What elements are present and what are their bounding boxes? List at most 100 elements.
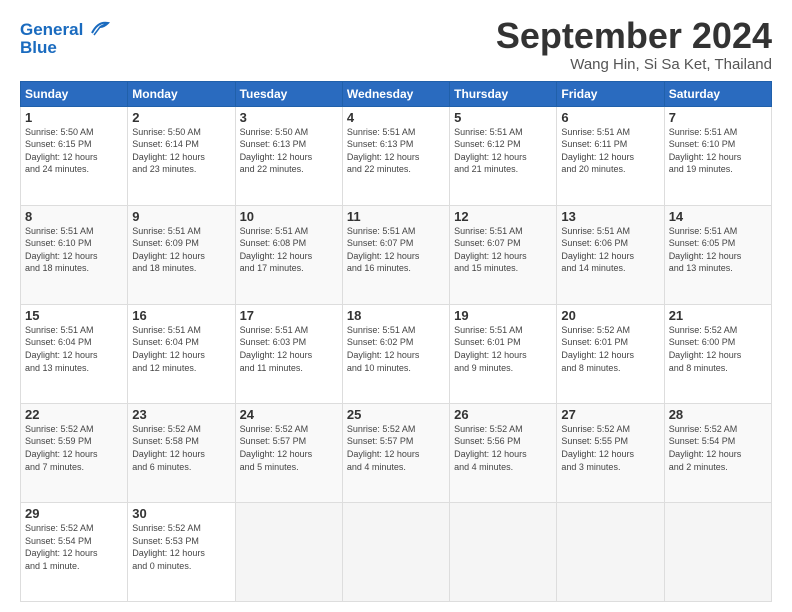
day-info: Sunrise: 5:50 AM Sunset: 6:15 PM Dayligh… (25, 126, 123, 176)
col-friday: Friday (557, 81, 664, 106)
calendar-row: 22Sunrise: 5:52 AM Sunset: 5:59 PM Dayli… (21, 403, 772, 502)
col-wednesday: Wednesday (342, 81, 449, 106)
day-number: 27 (561, 407, 659, 422)
calendar-cell: 20Sunrise: 5:52 AM Sunset: 6:01 PM Dayli… (557, 304, 664, 403)
calendar-cell: 15Sunrise: 5:51 AM Sunset: 6:04 PM Dayli… (21, 304, 128, 403)
calendar-cell: 4Sunrise: 5:51 AM Sunset: 6:13 PM Daylig… (342, 106, 449, 205)
day-info: Sunrise: 5:52 AM Sunset: 6:00 PM Dayligh… (669, 324, 767, 374)
header-row: Sunday Monday Tuesday Wednesday Thursday… (21, 81, 772, 106)
day-number: 17 (240, 308, 338, 323)
day-info: Sunrise: 5:52 AM Sunset: 5:58 PM Dayligh… (132, 423, 230, 473)
calendar-cell (664, 502, 771, 601)
day-number: 2 (132, 110, 230, 125)
day-number: 24 (240, 407, 338, 422)
calendar-cell: 24Sunrise: 5:52 AM Sunset: 5:57 PM Dayli… (235, 403, 342, 502)
day-info: Sunrise: 5:52 AM Sunset: 5:59 PM Dayligh… (25, 423, 123, 473)
calendar-cell: 8Sunrise: 5:51 AM Sunset: 6:10 PM Daylig… (21, 205, 128, 304)
logo-subtext: Blue (20, 38, 112, 58)
day-number: 22 (25, 407, 123, 422)
logo-bird-icon (90, 19, 112, 37)
day-info: Sunrise: 5:52 AM Sunset: 5:54 PM Dayligh… (669, 423, 767, 473)
day-info: Sunrise: 5:51 AM Sunset: 6:12 PM Dayligh… (454, 126, 552, 176)
calendar-cell: 29Sunrise: 5:52 AM Sunset: 5:54 PM Dayli… (21, 502, 128, 601)
calendar-cell (342, 502, 449, 601)
calendar-cell: 17Sunrise: 5:51 AM Sunset: 6:03 PM Dayli… (235, 304, 342, 403)
day-info: Sunrise: 5:51 AM Sunset: 6:11 PM Dayligh… (561, 126, 659, 176)
day-info: Sunrise: 5:51 AM Sunset: 6:13 PM Dayligh… (347, 126, 445, 176)
calendar-table: Sunday Monday Tuesday Wednesday Thursday… (20, 81, 772, 602)
logo-text: General (20, 20, 112, 40)
calendar-cell: 2Sunrise: 5:50 AM Sunset: 6:14 PM Daylig… (128, 106, 235, 205)
day-info: Sunrise: 5:51 AM Sunset: 6:07 PM Dayligh… (454, 225, 552, 275)
day-number: 4 (347, 110, 445, 125)
day-number: 23 (132, 407, 230, 422)
day-number: 29 (25, 506, 123, 521)
calendar-row: 15Sunrise: 5:51 AM Sunset: 6:04 PM Dayli… (21, 304, 772, 403)
day-number: 8 (25, 209, 123, 224)
calendar-cell: 28Sunrise: 5:52 AM Sunset: 5:54 PM Dayli… (664, 403, 771, 502)
calendar-cell: 1Sunrise: 5:50 AM Sunset: 6:15 PM Daylig… (21, 106, 128, 205)
day-info: Sunrise: 5:52 AM Sunset: 5:57 PM Dayligh… (240, 423, 338, 473)
logo: General Blue (20, 20, 112, 58)
col-sunday: Sunday (21, 81, 128, 106)
header: General Blue September 2024 Wang Hin, Si… (20, 16, 772, 73)
calendar-cell: 27Sunrise: 5:52 AM Sunset: 5:55 PM Dayli… (557, 403, 664, 502)
day-number: 21 (669, 308, 767, 323)
day-info: Sunrise: 5:51 AM Sunset: 6:10 PM Dayligh… (25, 225, 123, 275)
day-info: Sunrise: 5:52 AM Sunset: 6:01 PM Dayligh… (561, 324, 659, 374)
calendar-cell: 14Sunrise: 5:51 AM Sunset: 6:05 PM Dayli… (664, 205, 771, 304)
day-number: 12 (454, 209, 552, 224)
title-block: September 2024 Wang Hin, Si Sa Ket, Thai… (496, 16, 772, 73)
calendar-cell: 11Sunrise: 5:51 AM Sunset: 6:07 PM Dayli… (342, 205, 449, 304)
calendar-cell: 19Sunrise: 5:51 AM Sunset: 6:01 PM Dayli… (450, 304, 557, 403)
col-tuesday: Tuesday (235, 81, 342, 106)
day-number: 30 (132, 506, 230, 521)
calendar-cell: 6Sunrise: 5:51 AM Sunset: 6:11 PM Daylig… (557, 106, 664, 205)
day-number: 15 (25, 308, 123, 323)
day-number: 16 (132, 308, 230, 323)
month-title: September 2024 (496, 16, 772, 56)
day-number: 9 (132, 209, 230, 224)
day-number: 3 (240, 110, 338, 125)
calendar-row: 29Sunrise: 5:52 AM Sunset: 5:54 PM Dayli… (21, 502, 772, 601)
day-number: 7 (669, 110, 767, 125)
day-info: Sunrise: 5:52 AM Sunset: 5:56 PM Dayligh… (454, 423, 552, 473)
day-number: 28 (669, 407, 767, 422)
day-number: 5 (454, 110, 552, 125)
day-info: Sunrise: 5:52 AM Sunset: 5:55 PM Dayligh… (561, 423, 659, 473)
day-number: 20 (561, 308, 659, 323)
col-saturday: Saturday (664, 81, 771, 106)
calendar-cell (450, 502, 557, 601)
calendar-cell: 3Sunrise: 5:50 AM Sunset: 6:13 PM Daylig… (235, 106, 342, 205)
day-number: 1 (25, 110, 123, 125)
calendar-cell: 13Sunrise: 5:51 AM Sunset: 6:06 PM Dayli… (557, 205, 664, 304)
day-info: Sunrise: 5:51 AM Sunset: 6:07 PM Dayligh… (347, 225, 445, 275)
day-info: Sunrise: 5:52 AM Sunset: 5:53 PM Dayligh… (132, 522, 230, 572)
calendar-cell (235, 502, 342, 601)
day-info: Sunrise: 5:51 AM Sunset: 6:08 PM Dayligh… (240, 225, 338, 275)
day-number: 11 (347, 209, 445, 224)
calendar-cell: 5Sunrise: 5:51 AM Sunset: 6:12 PM Daylig… (450, 106, 557, 205)
day-number: 6 (561, 110, 659, 125)
calendar-cell: 9Sunrise: 5:51 AM Sunset: 6:09 PM Daylig… (128, 205, 235, 304)
day-info: Sunrise: 5:52 AM Sunset: 5:54 PM Dayligh… (25, 522, 123, 572)
day-info: Sunrise: 5:51 AM Sunset: 6:09 PM Dayligh… (132, 225, 230, 275)
col-monday: Monday (128, 81, 235, 106)
day-info: Sunrise: 5:51 AM Sunset: 6:10 PM Dayligh… (669, 126, 767, 176)
calendar-cell (557, 502, 664, 601)
col-thursday: Thursday (450, 81, 557, 106)
calendar-cell: 26Sunrise: 5:52 AM Sunset: 5:56 PM Dayli… (450, 403, 557, 502)
calendar-cell: 10Sunrise: 5:51 AM Sunset: 6:08 PM Dayli… (235, 205, 342, 304)
day-number: 13 (561, 209, 659, 224)
day-number: 10 (240, 209, 338, 224)
day-number: 19 (454, 308, 552, 323)
day-info: Sunrise: 5:51 AM Sunset: 6:04 PM Dayligh… (132, 324, 230, 374)
day-number: 14 (669, 209, 767, 224)
calendar-row: 8Sunrise: 5:51 AM Sunset: 6:10 PM Daylig… (21, 205, 772, 304)
calendar-cell: 22Sunrise: 5:52 AM Sunset: 5:59 PM Dayli… (21, 403, 128, 502)
day-info: Sunrise: 5:52 AM Sunset: 5:57 PM Dayligh… (347, 423, 445, 473)
day-info: Sunrise: 5:51 AM Sunset: 6:04 PM Dayligh… (25, 324, 123, 374)
day-info: Sunrise: 5:50 AM Sunset: 6:14 PM Dayligh… (132, 126, 230, 176)
calendar-row: 1Sunrise: 5:50 AM Sunset: 6:15 PM Daylig… (21, 106, 772, 205)
day-info: Sunrise: 5:51 AM Sunset: 6:03 PM Dayligh… (240, 324, 338, 374)
